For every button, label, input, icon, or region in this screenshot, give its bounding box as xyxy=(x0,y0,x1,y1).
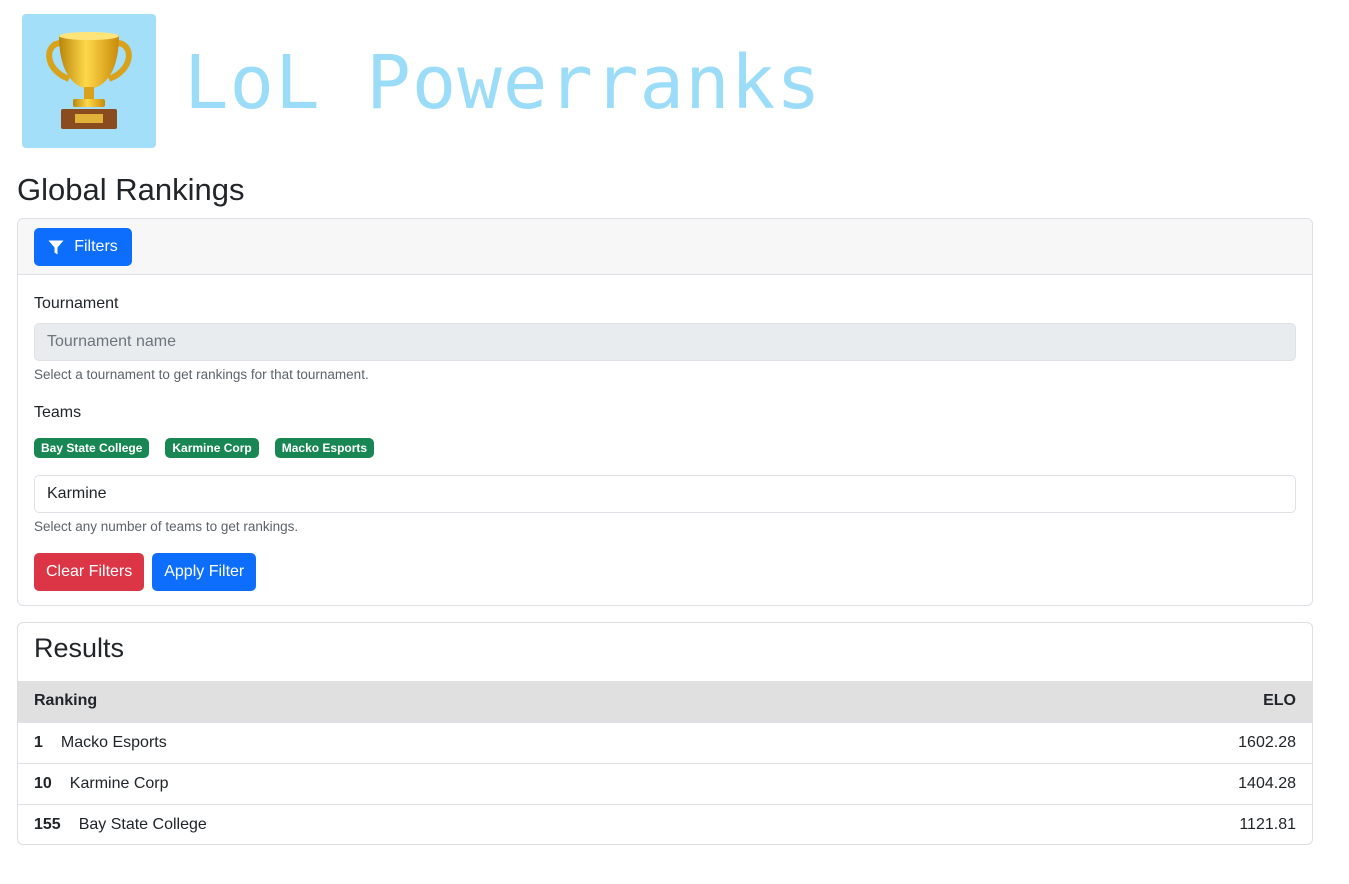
filter-actions: Clear Filters Apply Filter xyxy=(34,553,1296,591)
elo-value: 1602.28 xyxy=(1238,733,1296,751)
team-name: Bay State College xyxy=(78,815,207,833)
elo-value: 1121.81 xyxy=(1239,815,1296,833)
apply-filter-button[interactable]: Apply Filter xyxy=(152,553,257,591)
rank-number: 10 xyxy=(34,774,52,792)
results-card: Results Ranking ELO 1 Macko Esports 1602.… xyxy=(17,622,1313,845)
table-row[interactable]: 1 Macko Esports 1602.28 xyxy=(18,722,1312,763)
ranking-column-header: Ranking xyxy=(34,692,98,710)
tournament-help-text: Select a tournament to get rankings for … xyxy=(34,367,369,382)
rank-number: 155 xyxy=(34,815,61,833)
team-badge-karmine-corp[interactable]: Karmine Corp xyxy=(165,438,259,458)
teams-label: Teams xyxy=(34,404,82,421)
team-name: Karmine Corp xyxy=(69,774,169,792)
trophy-icon xyxy=(46,32,132,129)
teams-search-input[interactable] xyxy=(34,475,1296,513)
teams-help-text: Select any number of teams to get rankin… xyxy=(34,519,299,534)
tournament-label: Tournament xyxy=(34,295,119,312)
site-header: LoL Powerranks xyxy=(22,14,822,148)
team-name: Macko Esports xyxy=(60,733,167,751)
filters-card-header: Filters xyxy=(18,219,1312,275)
page-title: Global Rankings xyxy=(17,172,245,207)
selected-teams: Bay State College Karmine Corp Macko Esp… xyxy=(34,438,1296,458)
table-row[interactable]: 155 Bay State College 1121.81 xyxy=(18,804,1312,844)
filters-toggle-button[interactable]: Filters xyxy=(34,228,132,266)
rank-number: 1 xyxy=(34,733,43,751)
team-badge-macko-esports[interactable]: Macko Esports xyxy=(274,438,375,458)
filters-card: Filters Tournament Select a tournament t… xyxy=(17,218,1313,606)
filter-icon xyxy=(48,240,64,254)
logo[interactable] xyxy=(22,14,156,148)
tournament-input[interactable] xyxy=(34,323,1296,361)
results-header-row: Ranking ELO xyxy=(18,681,1312,722)
filters-card-body: Tournament Select a tournament to get ra… xyxy=(18,275,1312,605)
elo-column-header: ELO xyxy=(1263,692,1296,710)
elo-value: 1404.28 xyxy=(1238,774,1296,792)
site-title: LoL Powerranks xyxy=(184,40,822,126)
results-title: Results xyxy=(34,633,125,663)
clear-filters-button[interactable]: Clear Filters xyxy=(34,553,145,591)
results-table: Ranking ELO 1 Macko Esports 1602.28 10 Kar… xyxy=(18,681,1312,844)
table-row[interactable]: 10 Karmine Corp 1404.28 xyxy=(18,763,1312,804)
team-badge-bay-state-college[interactable]: Bay State College xyxy=(34,438,150,458)
filters-toggle-label: Filters xyxy=(74,238,118,255)
